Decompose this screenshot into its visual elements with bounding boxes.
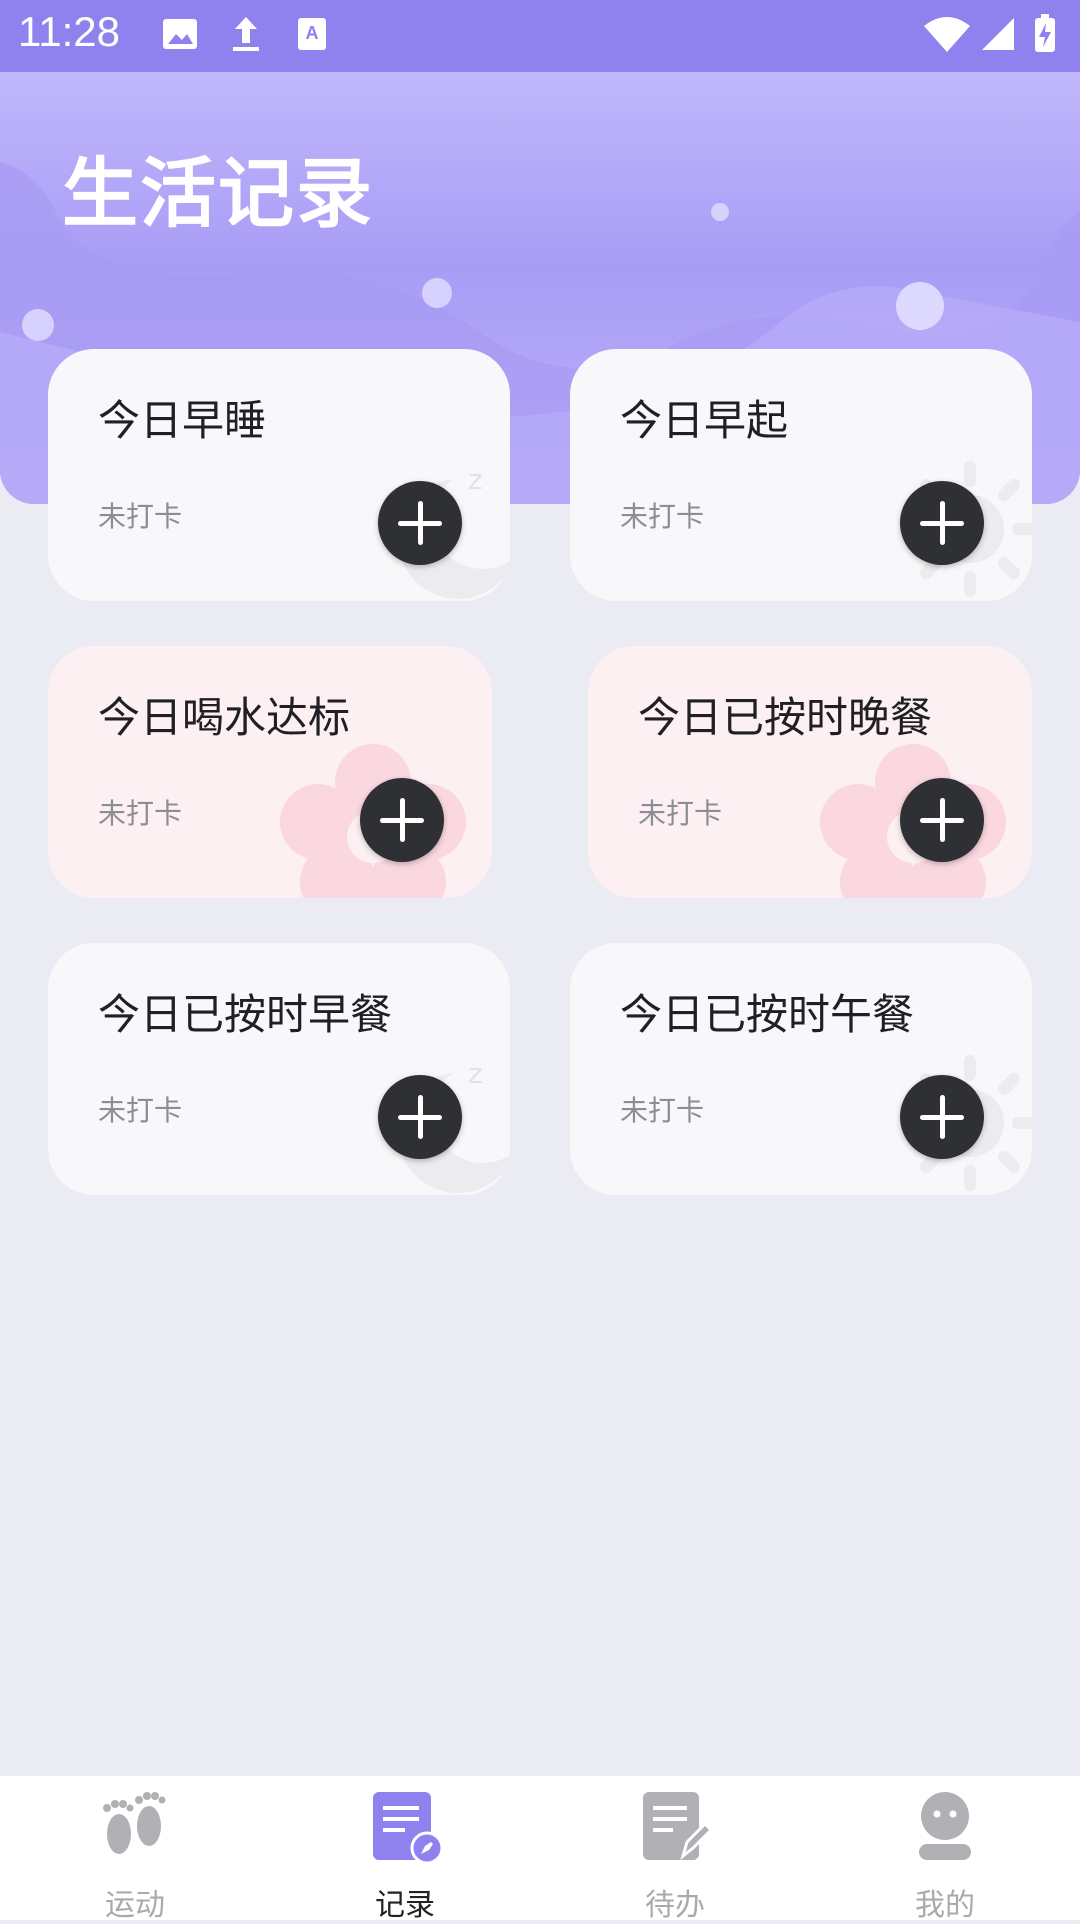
signal-icon (982, 18, 1014, 50)
nav-item-record[interactable]: 记录 (270, 1776, 540, 1923)
card-title: 今日早起 (620, 396, 789, 445)
svg-text:A: A (306, 23, 319, 43)
add-checkin-button[interactable] (900, 778, 984, 862)
footprints-icon (103, 1792, 166, 1854)
card-status: 未打卡 (620, 500, 705, 533)
nav-label: 我的 (915, 1888, 975, 1923)
card-title: 今日早睡 (98, 396, 267, 445)
nav-item-sport[interactable]: 运动 (0, 1776, 270, 1923)
todo-icon (643, 1792, 714, 1861)
add-checkin-button[interactable] (360, 778, 444, 862)
keyboard-icon: A (298, 18, 326, 50)
card-title: 今日已按时早餐 (98, 990, 393, 1039)
svg-text:z: z (468, 463, 483, 496)
svg-text:z: z (468, 1057, 483, 1090)
card-status: 未打卡 (98, 797, 183, 830)
battery-charging-icon (1035, 14, 1055, 52)
status-bar: 11:28 A (0, 0, 1080, 72)
add-checkin-button[interactable] (378, 481, 462, 565)
card-title: 今日已按时午餐 (620, 990, 915, 1039)
card-status: 未打卡 (98, 500, 183, 533)
bottom-navigation: 运动 记录 待办 我的 (0, 1776, 1080, 1923)
card-status: 未打卡 (98, 1094, 183, 1127)
page-title: 生活记录 (62, 149, 374, 238)
profile-icon (919, 1792, 971, 1860)
upload-icon (233, 17, 259, 51)
checkin-card-early-rise[interactable]: 今日早起 未打卡 (570, 349, 1032, 601)
card-title: 今日喝水达标 (98, 693, 351, 742)
nav-item-profile[interactable]: 我的 (810, 1776, 1080, 1923)
add-checkin-button[interactable] (900, 481, 984, 565)
image-icon (163, 19, 197, 49)
record-icon (373, 1792, 444, 1865)
nav-label: 运动 (105, 1888, 165, 1923)
checkin-card-lunch[interactable]: 今日已按时午餐 未打卡 (570, 943, 1032, 1195)
checkin-card-dinner[interactable]: 今日已按时晚餐 未打卡 (588, 646, 1032, 898)
checkin-card-breakfast[interactable]: z 今日已按时早餐 未打卡 (48, 943, 510, 1195)
status-time: 11:28 (18, 8, 120, 55)
add-checkin-button[interactable] (378, 1075, 462, 1159)
checkin-card-water[interactable]: 今日喝水达标 未打卡 (48, 646, 492, 898)
card-title: 今日已按时晚餐 (638, 693, 933, 742)
wifi-icon (924, 17, 970, 52)
checkin-card-early-sleep[interactable]: z 今日早睡 未打卡 (48, 349, 510, 601)
nav-label: 记录 (375, 1888, 435, 1923)
add-checkin-button[interactable] (900, 1075, 984, 1159)
card-status: 未打卡 (638, 797, 723, 830)
nav-label: 待办 (645, 1888, 705, 1923)
card-status: 未打卡 (620, 1094, 705, 1127)
nav-item-todo[interactable]: 待办 (540, 1776, 810, 1923)
